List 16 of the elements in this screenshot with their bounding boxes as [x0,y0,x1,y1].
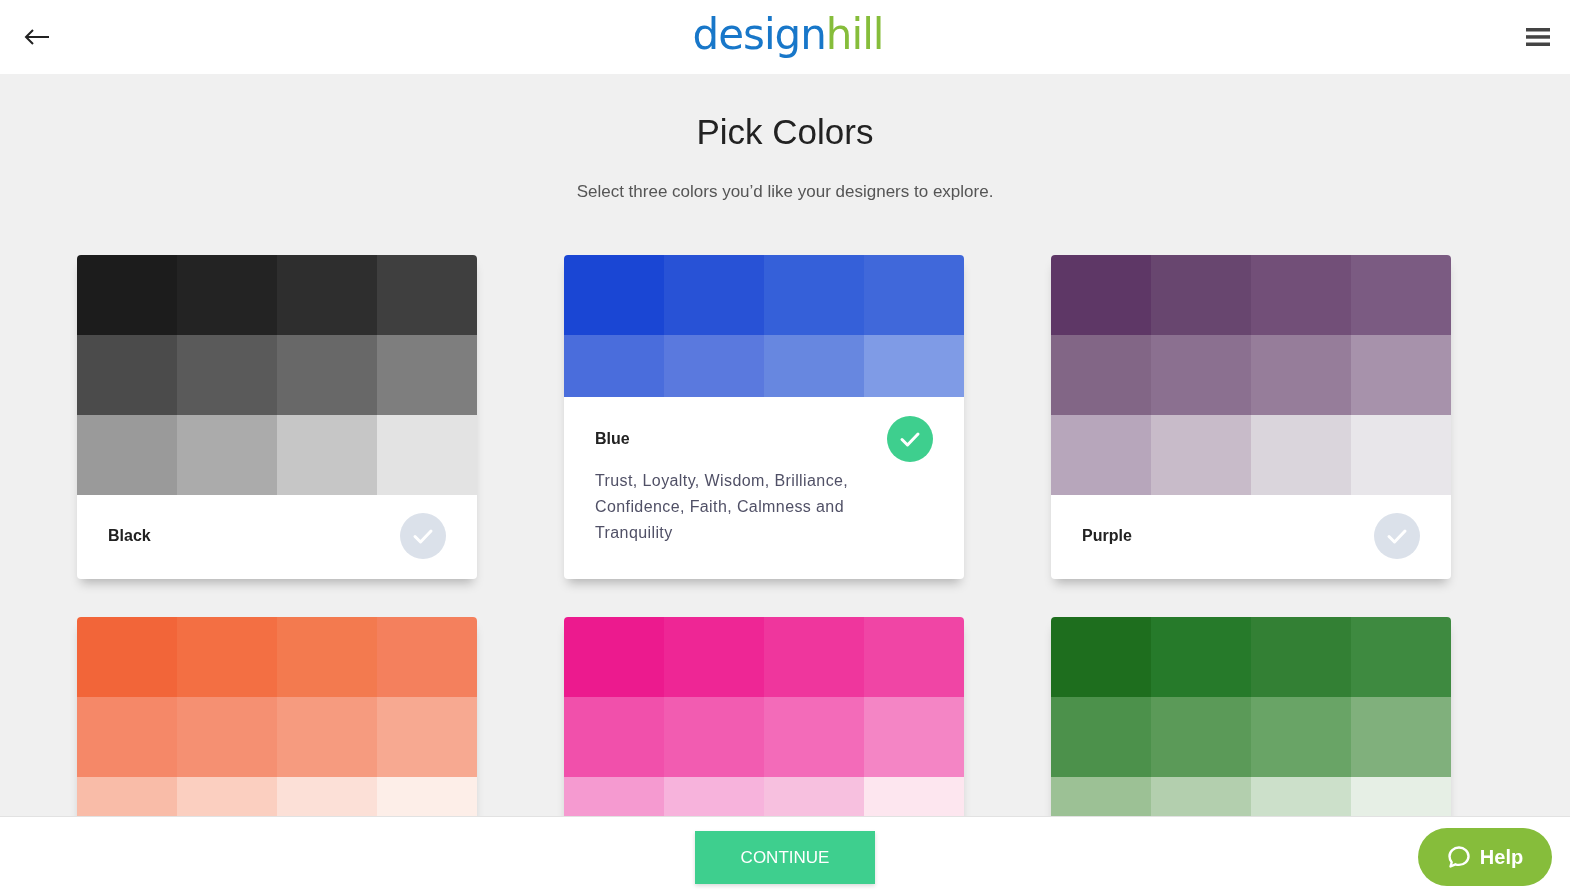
logo-text[interactable]: design [692,10,826,59]
page-subtitle: Select three colors you’d like your designers to explore. [576,182,994,202]
check-icon[interactable] [887,416,933,462]
back-arrow-icon[interactable] [24,28,50,46]
color-card[interactable]: Purple [1051,255,1451,579]
color-description: Trust, Loyalty, Wisdom, Brilliance, Confidence, Faith, Calmness and Tranquility [595,471,850,543]
color-name: Purple [1082,527,1132,545]
color-name: Black [108,527,151,545]
page-title: Pick Colors [696,112,874,152]
check-icon[interactable] [400,513,446,559]
color-card[interactable]: Black [77,255,477,579]
check-icon[interactable] [1374,513,1420,559]
color-name: Blue [595,430,630,448]
chat-bubble-icon [1446,845,1471,869]
color-card[interactable]: Blue Trust, Loyalty, Wisdom, Brilliance, Confidence, Faith, Calmness and Tranquility [564,255,964,579]
menu-icon[interactable] [1526,27,1550,47]
